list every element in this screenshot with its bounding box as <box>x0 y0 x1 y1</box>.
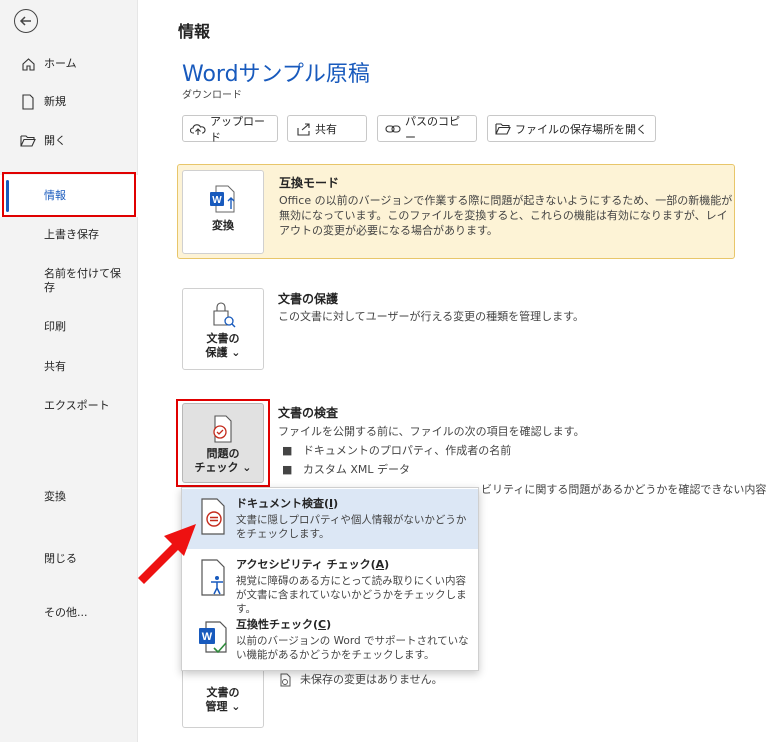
protect-document-button[interactable]: 文書の 保護 ⌄ <box>182 288 264 370</box>
menu-item-title-text: ドキュメント検査 <box>236 497 324 510</box>
menu-item-title: アクセシビリティ チェック(A) <box>236 556 389 572</box>
copy-path-label: パスのコピー <box>405 114 460 144</box>
svg-text:W: W <box>212 195 222 206</box>
sidebar-item-transform[interactable]: 変換 <box>0 489 138 505</box>
manage-document-button[interactable]: 文書の 管理 ⌄ <box>182 668 264 728</box>
sidebar-item-export[interactable]: エクスポート <box>0 398 138 414</box>
sidebar-item-share[interactable]: 共有 <box>0 359 138 375</box>
document-location: ダウンロード <box>182 90 242 101</box>
share-icon <box>295 121 311 137</box>
annotation-arrow-icon <box>138 524 196 584</box>
sidebar-item-label: 変換 <box>44 490 66 503</box>
unsaved-status-text: 未保存の変更はありません。 <box>300 673 443 686</box>
document-title: Wordサンプル原稿 <box>182 62 370 87</box>
document-history-icon <box>280 673 291 686</box>
back-arrow-icon[interactable] <box>14 9 38 33</box>
menu-item-accesskey: (I) <box>324 497 339 510</box>
sidebar-item-label: 閉じる <box>44 552 77 565</box>
folder-open-icon <box>20 133 36 149</box>
sidebar-item-new[interactable]: 新規 <box>0 92 138 112</box>
page-title: 情報 <box>178 22 211 41</box>
inspect-bullet: ■ ドキュメントのプロパティ、作成者の名前 <box>282 444 512 457</box>
backstage-sidebar: ホーム 新規 開く 情報 上書き保存 名前を付けて保存 印刷 共有 エクスポート… <box>0 0 138 742</box>
sidebar-item-open[interactable]: 開く <box>0 131 138 151</box>
open-location-label: ファイルの保存場所を開く <box>515 122 647 136</box>
sidebar-item-label: その他... <box>44 606 88 619</box>
sidebar-item-close[interactable]: 閉じる <box>0 551 138 567</box>
convert-button[interactable]: W 変換 <box>182 170 264 254</box>
sidebar-item-label: 名前を付けて保存 <box>44 267 121 294</box>
sidebar-item-label: 共有 <box>44 360 66 373</box>
svg-text:W: W <box>202 631 213 643</box>
highlight-box-info <box>2 172 136 217</box>
upload-button[interactable]: アップロード <box>182 114 278 144</box>
sidebar-item-save[interactable]: 上書き保存 <box>0 227 138 243</box>
folder-open-icon <box>495 121 511 137</box>
menu-item-title: ドキュメント検査(I) <box>236 495 338 511</box>
sidebar-item-more[interactable]: その他... <box>0 605 138 621</box>
lock-document-icon <box>213 302 236 328</box>
open-file-location-button[interactable]: ファイルの保存場所を開く <box>487 115 656 142</box>
accesskey-letter: C <box>318 618 327 631</box>
sidebar-item-print[interactable]: 印刷 <box>0 319 138 335</box>
compat-description: Office の以前のバージョンで作業する際に問題が起きないようにするため、一部… <box>279 194 733 237</box>
sidebar-item-label: 開く <box>44 134 66 147</box>
share-label: 共有 <box>315 122 337 136</box>
sidebar-item-save-as[interactable]: 名前を付けて保存 <box>0 266 138 296</box>
word-convert-icon: W <box>210 185 235 213</box>
home-icon <box>20 56 36 72</box>
compatibility-mode-card: W 変換 互換モード Office の以前のバージョンで作業する際に問題が起きな… <box>177 164 735 259</box>
share-button[interactable]: 共有 <box>287 115 367 142</box>
inspect-description: ファイルを公開する前に、ファイルの次の項目を確認します。 <box>278 425 585 438</box>
menu-item-description: 文書に隠しプロパティや個人情報がないかどうかをチェックします。 <box>236 514 467 540</box>
cloud-upload-icon <box>190 121 206 137</box>
inspect-bullet: ■ カスタム XML データ <box>282 463 411 476</box>
check-issues-menu: ドキュメント検査(I) 文書に隠しプロパティや個人情報がないかどうかをチェックし… <box>181 487 479 671</box>
protect-description: この文書に対してユーザーが行える変更の種類を管理します。 <box>278 310 585 323</box>
convert-label: 変換 <box>212 219 234 232</box>
sidebar-item-home[interactable]: ホーム <box>0 54 138 74</box>
menu-item-title: 互換性チェック(C) <box>236 616 331 632</box>
sidebar-item-label: 印刷 <box>44 320 66 333</box>
compat-title: 互換モード <box>279 176 340 190</box>
manage-label-2: 管理 ⌄ <box>205 700 241 713</box>
new-document-icon <box>20 94 36 110</box>
manage-label-1: 文書の <box>206 686 240 699</box>
menu-item-compatibility-check[interactable]: W 互換性チェック(C) 以前のバージョンの Word でサポートされていない機… <box>182 610 478 670</box>
word-compatibility-icon: W <box>199 621 227 654</box>
sidebar-item-label: エクスポート <box>44 399 110 412</box>
menu-item-accessibility-check[interactable]: アクセシビリティ チェック(A) 視覚に障碍のある方にとって読み取りにくい内容が… <box>182 550 478 615</box>
menu-item-accesskey: (C) <box>313 618 332 631</box>
copy-path-button[interactable]: パスのコピー <box>377 114 477 144</box>
accesskey-letter: A <box>375 558 385 571</box>
accesskey-letter: I <box>329 497 334 510</box>
link-icon <box>385 121 401 137</box>
inspect-bullet-partial: ビリティに関する問題があるかどうかを確認できない内容 <box>481 483 767 496</box>
menu-item-accesskey: (A) <box>370 558 390 571</box>
sidebar-item-label: 上書き保存 <box>44 228 99 241</box>
protect-label-2: 保護 ⌄ <box>205 346 241 359</box>
inspect-bullet-text: カスタム XML データ <box>302 463 411 476</box>
upload-label: アップロード <box>210 114 265 144</box>
protect-label-1: 文書の <box>206 332 240 345</box>
menu-item-description: 以前のバージョンの Word でサポートされていない機能があるかどうかをチェック… <box>236 635 469 661</box>
unsaved-status: 未保存の変更はありません。 <box>278 672 443 687</box>
menu-item-inspect-document[interactable]: ドキュメント検査(I) 文書に隠しプロパティや個人情報がないかどうかをチェックし… <box>182 489 478 549</box>
inspect-title: 文書の検査 <box>278 406 339 420</box>
inspect-bullet-text: ドキュメントのプロパティ、作成者の名前 <box>302 444 512 457</box>
sidebar-item-label: 新規 <box>44 95 66 108</box>
menu-item-title-text: 互換性チェック <box>236 618 313 631</box>
sidebar-item-label: ホーム <box>44 57 77 70</box>
highlight-box-check-issues <box>176 399 270 487</box>
menu-item-title-text: アクセシビリティ チェック <box>236 558 371 571</box>
protect-title: 文書の保護 <box>278 292 339 306</box>
